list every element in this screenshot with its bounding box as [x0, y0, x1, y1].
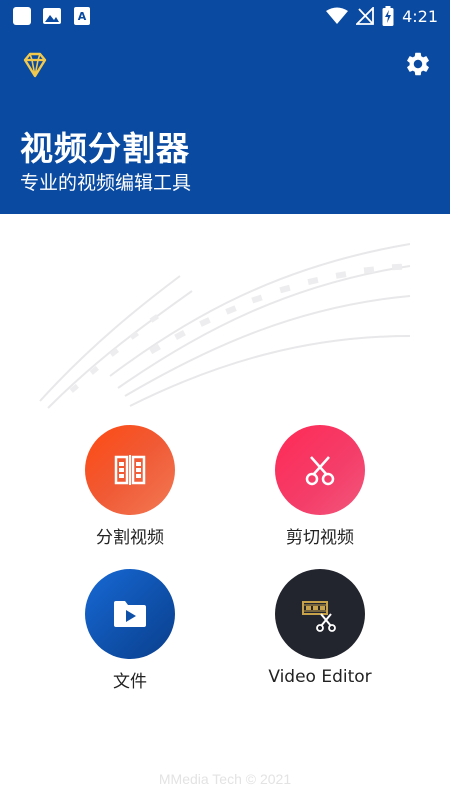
app-bar [0, 46, 450, 86]
film-scissors-icon [302, 601, 336, 632]
scissors-icon [305, 456, 335, 486]
app-header: A 4:21 视频分割器 专业的视频编辑工具 [0, 0, 450, 214]
filmstrip-decoration [39, 243, 411, 409]
copyright-footer: MMedia Tech © 2021 [158, 771, 292, 787]
files-action[interactable]: 文件 [50, 569, 210, 692]
cut-video-label: 剪切视频 [286, 528, 354, 548]
page-title: 视频分割器 [20, 129, 190, 168]
split-video-action[interactable]: 分割视频 [50, 425, 210, 548]
page-subtitle: 专业的视频编辑工具 [20, 172, 192, 194]
image-notification-icon [43, 8, 61, 24]
square-notification-icon [13, 7, 31, 25]
video-editor-action[interactable]: Video Editor [240, 569, 400, 687]
split-video-button[interactable] [85, 425, 175, 515]
status-time: 4:21 [402, 6, 438, 26]
files-button[interactable] [85, 569, 175, 659]
split-video-label: 分割视频 [96, 528, 164, 548]
cut-video-button[interactable] [275, 425, 365, 515]
font-notification-icon: A [74, 7, 90, 25]
split-icon [114, 455, 146, 485]
status-bar: A 4:21 [0, 0, 450, 32]
svg-text:A: A [78, 10, 87, 23]
video-editor-label: Video Editor [268, 667, 372, 687]
video-folder-icon [114, 601, 146, 627]
battery-charging-icon [382, 6, 394, 26]
gear-icon[interactable] [404, 50, 432, 78]
diamond-icon[interactable] [20, 50, 50, 80]
no-signal-icon [356, 7, 374, 25]
files-label: 文件 [113, 672, 147, 692]
video-editor-button[interactable] [275, 569, 365, 659]
wifi-icon [326, 7, 349, 24]
cut-video-action[interactable]: 剪切视频 [240, 425, 400, 548]
